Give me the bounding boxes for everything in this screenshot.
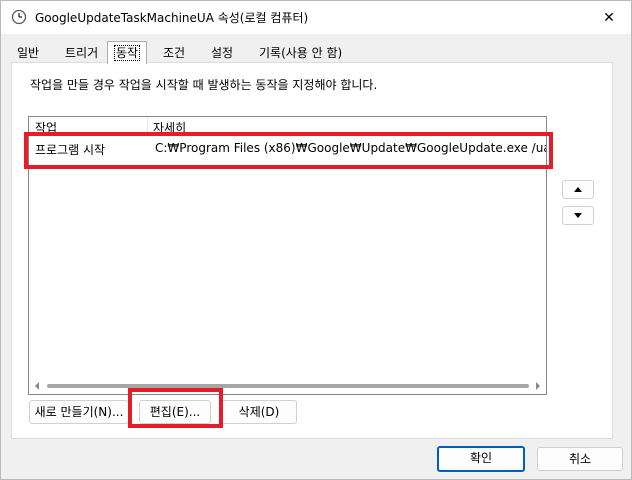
scrollbar-thumb[interactable] (47, 384, 529, 388)
actions-description: 작업을 만들 경우 작업을 시작할 때 발생하는 동작을 지정해야 합니다. (30, 78, 378, 92)
title-bar: GoogleUpdateTaskMachineUA 속성(로컬 컴퓨터) ✕ (1, 1, 631, 34)
tab-conditions[interactable]: 조건 (157, 43, 191, 63)
tab-actions[interactable]: 동작 (107, 41, 148, 64)
triangle-down-icon (574, 213, 582, 218)
ok-button[interactable]: 확인 (437, 446, 525, 472)
horizontal-scrollbar[interactable] (29, 377, 546, 394)
tab-label: 트리거 (65, 46, 99, 60)
move-down-button[interactable] (562, 206, 594, 225)
column-header-action[interactable]: 작업 (35, 119, 57, 136)
scroll-right-icon[interactable] (530, 377, 546, 394)
new-action-button[interactable]: 새로 만들기(N)... (29, 400, 129, 424)
action-type-cell: 프로그램 시작 (35, 143, 106, 157)
tab-triggers[interactable]: 트리거 (59, 43, 104, 63)
action-details-cell: C:₩Program Files (x86)₩Google₩Update₩Goo… (155, 141, 546, 155)
close-button[interactable]: ✕ (587, 1, 631, 34)
close-icon: ✕ (603, 9, 615, 26)
task-scheduler-clock-icon (11, 9, 27, 25)
scroll-left-icon[interactable] (29, 377, 45, 394)
tab-label: 설정 (211, 46, 234, 60)
tab-general[interactable]: 일반 (11, 43, 45, 63)
list-header: 작업 자세히 (29, 117, 546, 136)
tab-label: 동작 (114, 45, 141, 61)
actions-tab-panel: 작업을 만들 경우 작업을 시작할 때 발생하는 동작을 지정해야 합니다. 작… (11, 62, 613, 439)
move-up-button[interactable] (562, 180, 594, 199)
tab-history[interactable]: 기록(사용 안 함) (253, 43, 348, 63)
tab-label: 조건 (163, 46, 186, 60)
window-title: GoogleUpdateTaskMachineUA 속성(로컬 컴퓨터) (35, 11, 309, 25)
action-row[interactable]: 프로그램 시작 C:₩Program Files (x86)₩Google₩Up… (29, 136, 546, 160)
actions-list[interactable]: 작업 자세히 프로그램 시작 C:₩Program Files (x86)₩Go… (28, 116, 547, 395)
delete-action-button[interactable]: 삭제(D) (221, 400, 297, 424)
task-properties-dialog: GoogleUpdateTaskMachineUA 속성(로컬 컴퓨터) ✕ 일… (0, 0, 632, 480)
tab-label: 기록(사용 안 함) (259, 46, 343, 60)
triangle-up-icon (574, 187, 582, 192)
tab-label: 일반 (17, 46, 40, 60)
column-separator[interactable] (147, 117, 148, 135)
column-header-details[interactable]: 자세히 (153, 119, 186, 136)
edit-action-button[interactable]: 편집(E)... (139, 400, 211, 424)
tab-settings[interactable]: 설정 (205, 43, 239, 63)
cancel-button[interactable]: 취소 (537, 447, 623, 471)
